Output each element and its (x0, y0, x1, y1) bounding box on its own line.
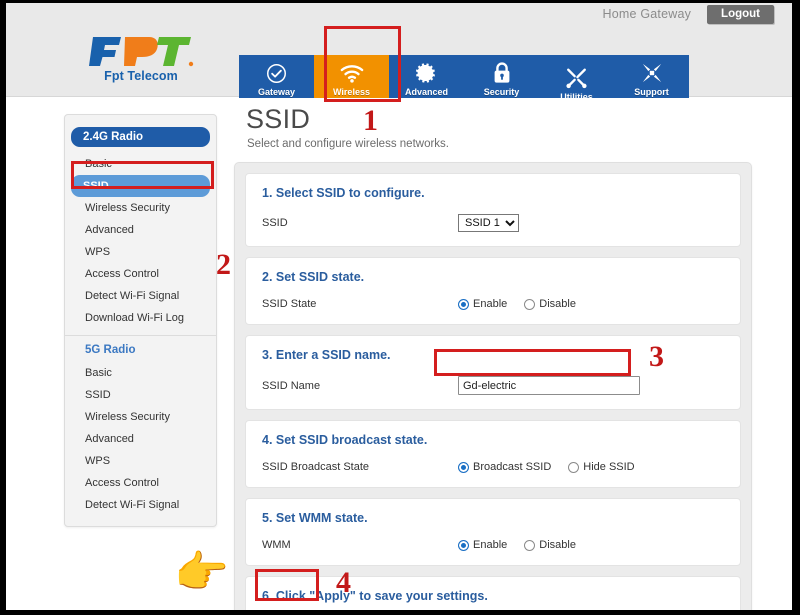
sidebar-item-basic-24g[interactable]: Basic (71, 153, 210, 175)
ssid-state-enable-label: Enable (473, 298, 508, 310)
section-6-title: 6. Click "Apply" to save your settings. (262, 589, 488, 603)
annotation-marker-4: 4 (336, 566, 351, 599)
ssid-content: SSID Select and configure wireless netwo… (234, 98, 752, 610)
ssid-select[interactable]: SSID 1 SSID 2 SSID 3 SSID 4 (458, 214, 519, 232)
sidebar-item-advanced-24g[interactable]: Advanced (71, 219, 210, 241)
router-admin-page: Home Gateway Logout Fpt Telecom GatewayS… (6, 3, 792, 610)
wifi-icon (340, 62, 364, 84)
section-wmm-state: 5. Set WMM state. WMM Enable Disable (245, 498, 741, 566)
section-apply: 6. Click "Apply" to save your settings. … (245, 576, 741, 610)
annotation-marker-3: 3 (649, 340, 664, 373)
nav-label-line1: Security (483, 87, 520, 97)
wmm-label: WMM (262, 539, 291, 551)
nav-label-line1: Gateway (257, 87, 296, 97)
section-2-title: 2. Set SSID state. (262, 270, 365, 284)
ssid-field-label: SSID (262, 217, 288, 229)
annotation-marker-2: 2 (216, 248, 231, 281)
header-band: Fpt Telecom GatewayStatus Wir (6, 25, 792, 112)
check-circle-icon (266, 62, 287, 84)
radio-icon[interactable] (458, 461, 469, 473)
broadcast-ssid-option[interactable]: Broadcast SSID (458, 461, 551, 473)
wireless-sidebar: 2.4G Radio Basic SSID Wireless Security … (64, 114, 217, 527)
sidebar-item-advanced-5g[interactable]: Advanced (71, 428, 210, 450)
settings-panel: 1. Select SSID to configure. SSID SSID 1… (234, 162, 752, 610)
sidebar-group-5g-title: 5G Radio (85, 344, 136, 356)
ssid-state-disable-label: Disable (539, 298, 576, 310)
hide-ssid-option[interactable]: Hide SSID (568, 461, 635, 473)
section-select-ssid: 1. Select SSID to configure. SSID SSID 1… (245, 173, 741, 247)
lock-icon (493, 62, 511, 84)
wmm-enable-option[interactable]: Enable (458, 539, 507, 551)
radio-icon[interactable] (568, 461, 580, 473)
hide-ssid-label: Hide SSID (583, 461, 635, 473)
gear-icon (415, 62, 438, 84)
radio-icon[interactable] (458, 539, 469, 551)
ssid-name-input[interactable] (458, 376, 640, 395)
sidebar-item-access-control-5g[interactable]: Access Control (71, 472, 210, 494)
broadcast-ssid-label: Broadcast SSID (473, 461, 552, 473)
top-utility-bar: Home Gateway Logout (6, 3, 792, 25)
arrows-in-icon (641, 62, 663, 84)
home-gateway-label: Home Gateway (602, 7, 692, 21)
page-title: SSID (246, 104, 311, 134)
section-ssid-state: 2. Set SSID state. SSID State Enable Dis… (245, 257, 741, 325)
sidebar-item-ssid-5g[interactable]: SSID (71, 384, 210, 406)
sidebar-item-wireless-security-24g[interactable]: Wireless Security (71, 197, 210, 219)
fpt-logo-icon (89, 37, 194, 67)
page-subtitle: Select and configure wireless networks. (247, 138, 449, 150)
section-4-title: 4. Set SSID broadcast state. (262, 433, 428, 447)
radio-icon[interactable] (458, 298, 469, 310)
radio-icon[interactable] (524, 539, 536, 551)
annotation-marker-1: 1 (363, 104, 378, 137)
section-broadcast-state: 4. Set SSID broadcast state. SSID Broadc… (245, 420, 741, 488)
nav-label-line1: Wireless (333, 87, 370, 97)
nav-label-line1: Advanced (404, 87, 448, 97)
ssid-state-disable-option[interactable]: Disable (524, 298, 576, 310)
sidebar-item-wireless-security-5g[interactable]: Wireless Security (71, 406, 210, 428)
ssid-state-label: SSID State (262, 298, 317, 310)
section-1-title: 1. Select SSID to configure. (262, 186, 425, 200)
sidebar-item-detect-wifi-signal-5g[interactable]: Detect Wi-Fi Signal (71, 494, 210, 516)
sidebar-item-wps-5g[interactable]: WPS (71, 450, 210, 472)
ssid-state-enable-option[interactable]: Enable (458, 298, 507, 310)
broadcast-state-label: SSID Broadcast State (262, 461, 369, 473)
wmm-enable-label: Enable (473, 539, 508, 551)
logout-button[interactable]: Logout (707, 4, 774, 24)
sidebar-item-wps-24g[interactable]: WPS (71, 241, 210, 263)
brand-tagline: Fpt Telecom (104, 69, 178, 83)
page-body: 2.4G Radio Basic SSID Wireless Security … (6, 98, 792, 610)
pointing-hand-icon: 👉 (174, 548, 229, 597)
tools-icon (565, 67, 588, 89)
section-5-title: 5. Set WMM state. (262, 511, 368, 525)
sidebar-group-24g-title: 2.4G Radio (71, 127, 210, 147)
sidebar-item-detect-wifi-signal-24g[interactable]: Detect Wi-Fi Signal (71, 285, 210, 307)
radio-icon[interactable] (524, 298, 536, 310)
sidebar-item-basic-5g[interactable]: Basic (71, 362, 210, 384)
sidebar-item-access-control-24g[interactable]: Access Control (71, 263, 210, 285)
section-ssid-name: 3. Enter a SSID name. SSID Name (245, 335, 741, 410)
brand-logo: Fpt Telecom (66, 33, 216, 83)
nav-label-line1: Support (634, 87, 669, 97)
ssid-name-label: SSID Name (262, 379, 321, 392)
screenshot-frame: Home Gateway Logout Fpt Telecom GatewayS… (0, 0, 800, 615)
sidebar-divider (65, 335, 216, 336)
wmm-disable-option[interactable]: Disable (524, 539, 576, 551)
wmm-disable-label: Disable (539, 539, 576, 551)
sidebar-item-download-wifi-log-24g[interactable]: Download Wi-Fi Log (71, 307, 210, 329)
sidebar-item-ssid-24g[interactable]: SSID (71, 175, 210, 197)
